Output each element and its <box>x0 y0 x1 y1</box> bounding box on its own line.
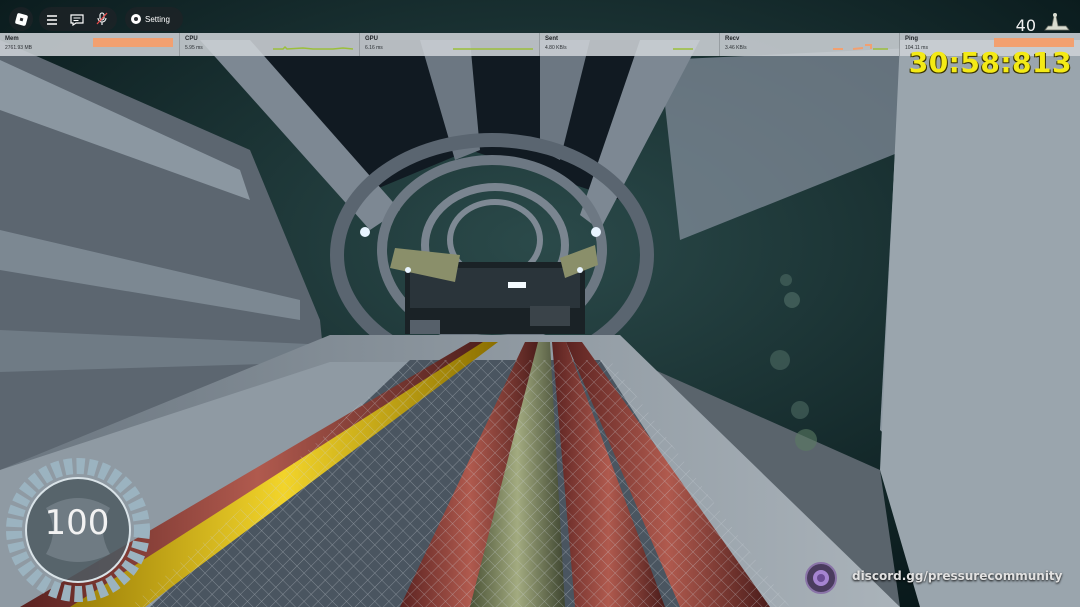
roblox-logo-icon <box>14 12 28 26</box>
stat-label: Recv <box>725 36 740 42</box>
settings-icon <box>131 14 141 24</box>
discord-logo <box>805 562 837 594</box>
stat-label: Sent <box>545 36 559 42</box>
game-scene <box>0 0 1080 607</box>
counter-value: 40 <box>1015 16 1036 35</box>
run-timer: 30:58:813 <box>908 46 1072 79</box>
menu-icon[interactable] <box>46 13 58 25</box>
stat-label: Ping <box>905 36 918 42</box>
stat-value: 5.95 ms <box>185 45 203 51</box>
anchor-icon <box>1042 12 1072 34</box>
discord-link[interactable]: discord.gg/pressurecommunity <box>852 569 1063 583</box>
stat-label: CPU <box>185 36 198 42</box>
stat-gpu[interactable]: GPU 6.16 ms <box>360 33 540 56</box>
stat-graph <box>673 48 693 50</box>
stat-recv[interactable]: Recv 3.46 KB/s <box>720 33 900 56</box>
stat-value: 2761.93 MB <box>5 45 32 51</box>
settings-label: Setting <box>145 14 170 24</box>
stat-graph <box>93 38 173 47</box>
stat-value: 4.80 KB/s <box>545 45 567 51</box>
stat-graph <box>453 48 533 50</box>
roblox-menu-button[interactable] <box>9 7 33 31</box>
stat-value: 3.46 KB/s <box>725 45 747 51</box>
stat-label: Mem <box>5 36 19 42</box>
settings-button[interactable]: Setting <box>125 7 183 31</box>
stat-cpu[interactable]: CPU 5.95 ms <box>180 33 360 56</box>
stat-sent[interactable]: Sent 4.80 KB/s <box>540 33 720 56</box>
stat-value: 6.16 ms <box>365 45 383 51</box>
mic-muted-icon[interactable] <box>96 12 108 26</box>
stat-graph <box>833 44 888 50</box>
stat-graph <box>273 45 353 50</box>
toolbar-group <box>39 7 117 31</box>
stat-mem[interactable]: Mem 2761.93 MB <box>0 33 180 56</box>
health-value: 100 <box>44 503 110 543</box>
chat-icon[interactable] <box>70 13 84 27</box>
stat-label: GPU <box>365 36 379 42</box>
